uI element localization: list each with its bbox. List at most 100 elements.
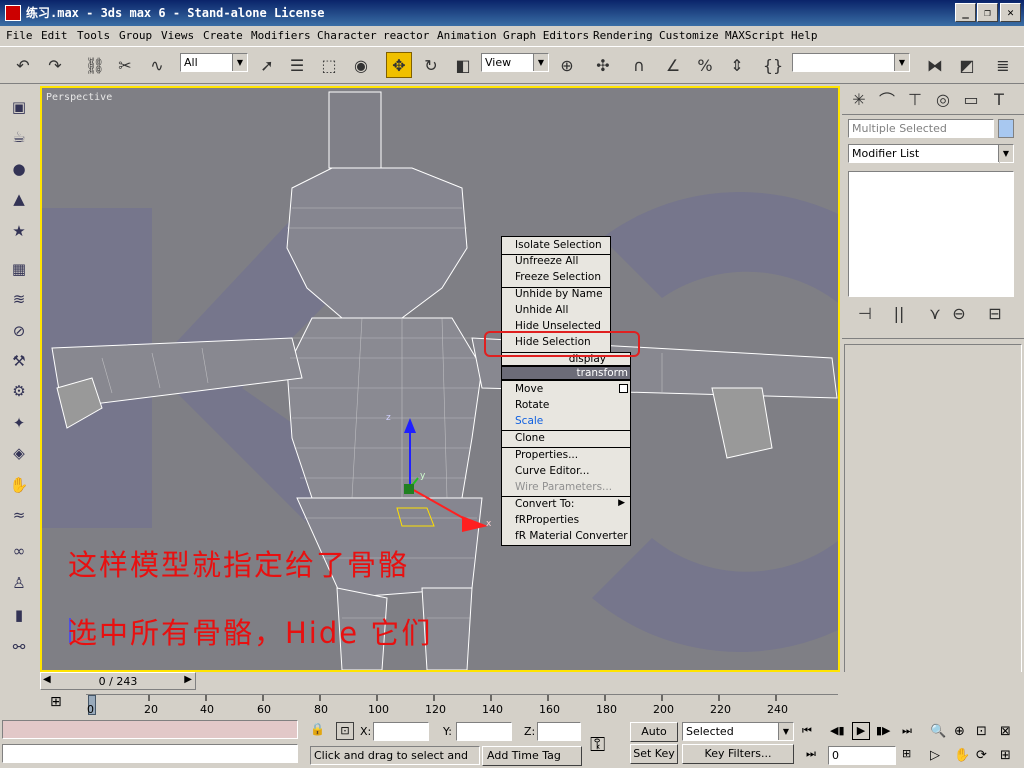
lock-icon[interactable]: 🔒 <box>310 722 325 736</box>
stack-icon[interactable]: ≋ <box>6 286 32 312</box>
snap-icon[interactable]: ∩ <box>626 52 652 78</box>
select-move-icon[interactable]: ✥ <box>386 52 412 78</box>
viewport-label[interactable]: Perspective <box>46 92 112 103</box>
menu-create[interactable]: Create <box>203 29 243 42</box>
menu-views[interactable]: Views <box>161 29 194 42</box>
gear-icon[interactable]: ⚙ <box>6 378 32 404</box>
pin-stack-icon[interactable]: ⊣ <box>852 300 878 326</box>
objects-icon[interactable]: ▣ <box>6 94 32 120</box>
particle-icon[interactable]: ∞ <box>6 538 32 564</box>
checker-icon[interactable]: ▦ <box>6 256 32 282</box>
menu-item-unfreeze-all[interactable]: Unfreeze All <box>515 255 578 267</box>
spinner-snap-icon[interactable]: ⇕ <box>724 52 750 78</box>
select-by-name-icon[interactable]: ☰ <box>284 52 310 78</box>
named-selection-dropdown[interactable]: ▼ <box>792 53 910 72</box>
perspective-viewport[interactable]: x y z Perspective 这样模型就指定给了骨骼 选中所有骨骼，Hid… <box>40 86 840 672</box>
menu-animation[interactable]: Animation <box>437 29 497 42</box>
window-crossing-icon[interactable]: ◉ <box>348 52 374 78</box>
menu-item-move[interactable]: Move <box>515 383 543 395</box>
bone-icon[interactable]: ▮ <box>6 602 32 628</box>
maxscript-listener[interactable] <box>2 720 298 739</box>
time-slider[interactable]: ◀ 0 / 243 ▶ <box>40 672 196 690</box>
unlink-icon[interactable]: ✂ <box>112 52 138 78</box>
previous-frame-icon[interactable]: ◀▮ <box>830 724 845 737</box>
zoom-icon[interactable]: 🔍 <box>930 724 946 739</box>
menu-item-curve-editor[interactable]: Curve Editor... <box>515 465 589 477</box>
object-name-field[interactable]: Multiple Selected <box>848 119 994 138</box>
selection-filter-dropdown[interactable]: All ▼ <box>180 53 248 72</box>
add-time-tag-button[interactable]: Add Time Tag <box>482 746 582 766</box>
menu-item-unhide-all[interactable]: Unhide All <box>515 304 568 316</box>
next-frame-icon[interactable]: ▮▶ <box>876 724 891 737</box>
menu-help[interactable]: Help <box>791 29 818 42</box>
menu-item-rotate[interactable]: Rotate <box>515 399 549 411</box>
cone-icon[interactable]: ▲ <box>6 186 32 212</box>
x-coord-field[interactable] <box>373 722 429 741</box>
rect-region-icon[interactable]: ⬚ <box>316 52 342 78</box>
light-icon[interactable]: ✦ <box>6 410 32 436</box>
align-icon[interactable]: ◩ <box>954 52 980 78</box>
key-icon[interactable]: ⚿ <box>590 732 605 756</box>
modifier-stack-list[interactable] <box>848 171 1014 297</box>
menu-reactor[interactable]: reactor <box>383 29 429 42</box>
menu-edit[interactable]: Edit <box>41 29 68 42</box>
link-icon[interactable]: ⚯ <box>6 634 32 660</box>
settings-box-icon[interactable] <box>619 384 628 393</box>
key-mode-dropdown[interactable]: Selected ▼ <box>682 722 794 741</box>
layers-icon[interactable]: ≣ <box>990 52 1016 78</box>
maxscript-output[interactable] <box>2 744 298 763</box>
create-tab-icon[interactable]: ✳ <box>846 86 872 112</box>
hierarchy-tab-icon[interactable]: ⊤ <box>902 86 928 112</box>
select-rotate-icon[interactable]: ↻ <box>418 52 444 78</box>
teapot-icon[interactable]: ☕ <box>6 124 32 150</box>
bind-spacewarp-icon[interactable]: ∿ <box>144 52 170 78</box>
menu-item-scale[interactable]: Scale <box>515 415 543 427</box>
track-bar[interactable]: 0 20 40 60 80 100 120 140 160 180 200 22… <box>86 694 838 718</box>
go-to-start-icon[interactable]: ⏮ <box>802 724 812 738</box>
menu-rendering[interactable]: Rendering <box>593 29 653 42</box>
menu-graph-editors[interactable]: Graph Editors <box>503 29 589 42</box>
menu-tools[interactable]: Tools <box>77 29 110 42</box>
spacewarp-icon[interactable]: ≈ <box>6 502 32 528</box>
zoom-extents-all-icon[interactable]: ⊠ <box>1000 724 1011 739</box>
chevron-right-icon[interactable]: ▶ <box>184 674 192 685</box>
remove-modifier-icon[interactable]: ⊖ <box>946 300 972 326</box>
pivot-icon[interactable]: ⊕ <box>554 52 580 78</box>
tube-icon[interactable]: ⊘ <box>6 318 32 344</box>
menu-item-freeze-selection[interactable]: Freeze Selection <box>515 271 601 283</box>
make-unique-icon[interactable]: ⋎ <box>922 300 948 326</box>
key-filters-button[interactable]: Key Filters... <box>682 744 794 764</box>
menu-customize[interactable]: Customize <box>659 29 719 42</box>
minimize-button[interactable]: _ <box>955 3 976 22</box>
select-link-icon[interactable]: ⛓ <box>82 52 108 78</box>
wrench-icon[interactable]: ⚒ <box>6 348 32 374</box>
motion-tab-icon[interactable]: ◎ <box>930 86 956 112</box>
absolute-mode-icon[interactable]: ⊡ <box>336 722 354 740</box>
time-config-icon[interactable]: ⊞ <box>902 747 911 760</box>
select-scale-icon[interactable]: ◧ <box>450 52 476 78</box>
configure-modifier-sets-icon[interactable]: ⊟ <box>982 300 1008 326</box>
reference-coord-dropdown[interactable]: View ▼ <box>481 53 549 72</box>
z-coord-field[interactable] <box>537 722 581 741</box>
set-key-button[interactable]: Set Key <box>630 744 678 764</box>
angle-snap-icon[interactable]: ∠ <box>660 52 686 78</box>
modify-tab-icon[interactable]: ⌒ <box>874 86 900 112</box>
zoom-all-icon[interactable]: ⊕ <box>954 724 965 739</box>
menu-group[interactable]: Group <box>119 29 152 42</box>
play-icon[interactable]: ▶ <box>852 722 870 740</box>
menu-item-properties[interactable]: Properties... <box>515 449 578 461</box>
key-mode-toggle-icon[interactable]: ⏭ <box>806 747 816 761</box>
y-coord-field[interactable] <box>456 722 512 741</box>
curve-editor-icon[interactable]: ⊞ <box>50 694 72 716</box>
maximize-viewport-icon[interactable]: ⊞ <box>1000 748 1011 763</box>
percent-snap-icon[interactable]: % <box>692 52 718 78</box>
arc-rotate-icon[interactable]: ⟳ <box>976 748 987 763</box>
menu-item-frproperties[interactable]: fRProperties <box>515 514 579 526</box>
menu-maxscript[interactable]: MAXScript <box>725 29 785 42</box>
menu-file[interactable]: File <box>6 29 33 42</box>
manipulate-icon[interactable]: ✣ <box>590 52 616 78</box>
menu-item-isolate-selection[interactable]: Isolate Selection <box>515 239 602 251</box>
mirror-icon[interactable]: ⧓ <box>922 52 948 78</box>
helper-icon[interactable]: ✋ <box>6 472 32 498</box>
undo-icon[interactable]: ↶ <box>10 52 36 78</box>
